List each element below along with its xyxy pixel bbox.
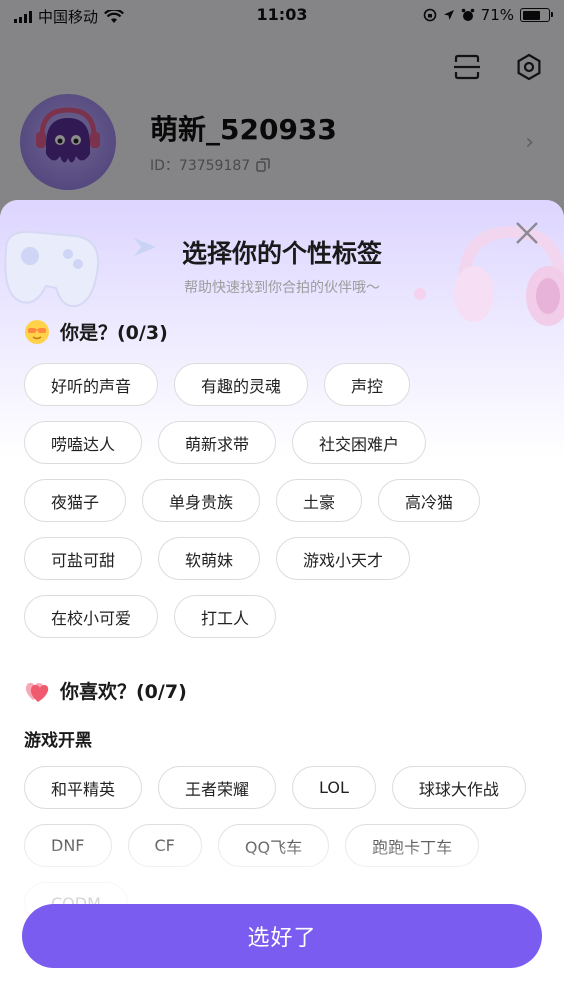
tag-chip[interactable]: 在校小可爱: [24, 595, 159, 638]
sheet-title: 选择你的个性标签: [181, 239, 382, 268]
section-you-are-title: 你是？(0/3): [60, 322, 168, 344]
tag-chip[interactable]: 跑跑卡丁车: [345, 824, 480, 867]
tag-chip[interactable]: 土豪: [276, 479, 363, 522]
tag-chip[interactable]: 有趣的灵魂: [174, 363, 309, 406]
confirm-button[interactable]: 选好了: [22, 904, 542, 968]
tag-chip[interactable]: 王者荣耀: [158, 766, 277, 809]
tag-chip[interactable]: 好听的声音: [24, 363, 159, 406]
tag-chip[interactable]: CF: [127, 824, 202, 867]
tag-chip[interactable]: 单身贵族: [142, 479, 261, 522]
tag-chip[interactable]: 萌新求带: [158, 421, 277, 464]
tag-chip[interactable]: LOL: [292, 766, 376, 809]
tag-group-you-are: 好听的声音 有趣的灵魂 声控 唠嗑达人 萌新求带 社交困难户 夜猫子 单身贵族 …: [24, 363, 544, 638]
tag-chip[interactable]: 游戏小天才: [276, 537, 411, 580]
hearts-emoji-icon: [25, 682, 49, 702]
section-you-like-title: 你喜欢？(0/7): [60, 681, 187, 703]
section-you-like: 你喜欢？(0/7): [24, 677, 187, 704]
tag-chip[interactable]: 高冷猫: [378, 479, 481, 522]
tag-chip[interactable]: 和平精英: [24, 766, 143, 809]
tag-chip[interactable]: 唠嗑达人: [24, 421, 143, 464]
tag-chip[interactable]: QQ飞车: [217, 824, 330, 867]
subsection-game: 游戏开黑: [24, 731, 92, 751]
tag-chip[interactable]: 软萌妹: [158, 537, 261, 580]
sunglasses-emoji-icon: [25, 319, 49, 344]
sheet-subtitle: 帮助快速找到你合拍的伙伴哦～: [184, 280, 380, 296]
tag-chip[interactable]: 声控: [324, 363, 411, 406]
tag-selection-sheet: 选择你的个性标签 帮助快速找到你合拍的伙伴哦～ 你是？(0/3) 好听的声音 有…: [0, 200, 564, 1002]
tag-chip[interactable]: 可盐可甜: [24, 537, 143, 580]
tag-chip[interactable]: DNF: [24, 824, 112, 867]
tag-chip[interactable]: 球球大作战: [391, 766, 526, 809]
tag-group-games: 和平精英 王者荣耀 LOL 球球大作战 DNF CF QQ飞车 跑跑卡丁车 CO…: [24, 766, 544, 925]
tag-chip[interactable]: 打工人: [174, 595, 277, 638]
tag-chip[interactable]: 社交困难户: [292, 421, 427, 464]
tag-chip[interactable]: 夜猫子: [24, 479, 127, 522]
headphones-illustration-icon: [454, 225, 564, 326]
section-you-are: 你是？(0/3): [24, 318, 168, 345]
